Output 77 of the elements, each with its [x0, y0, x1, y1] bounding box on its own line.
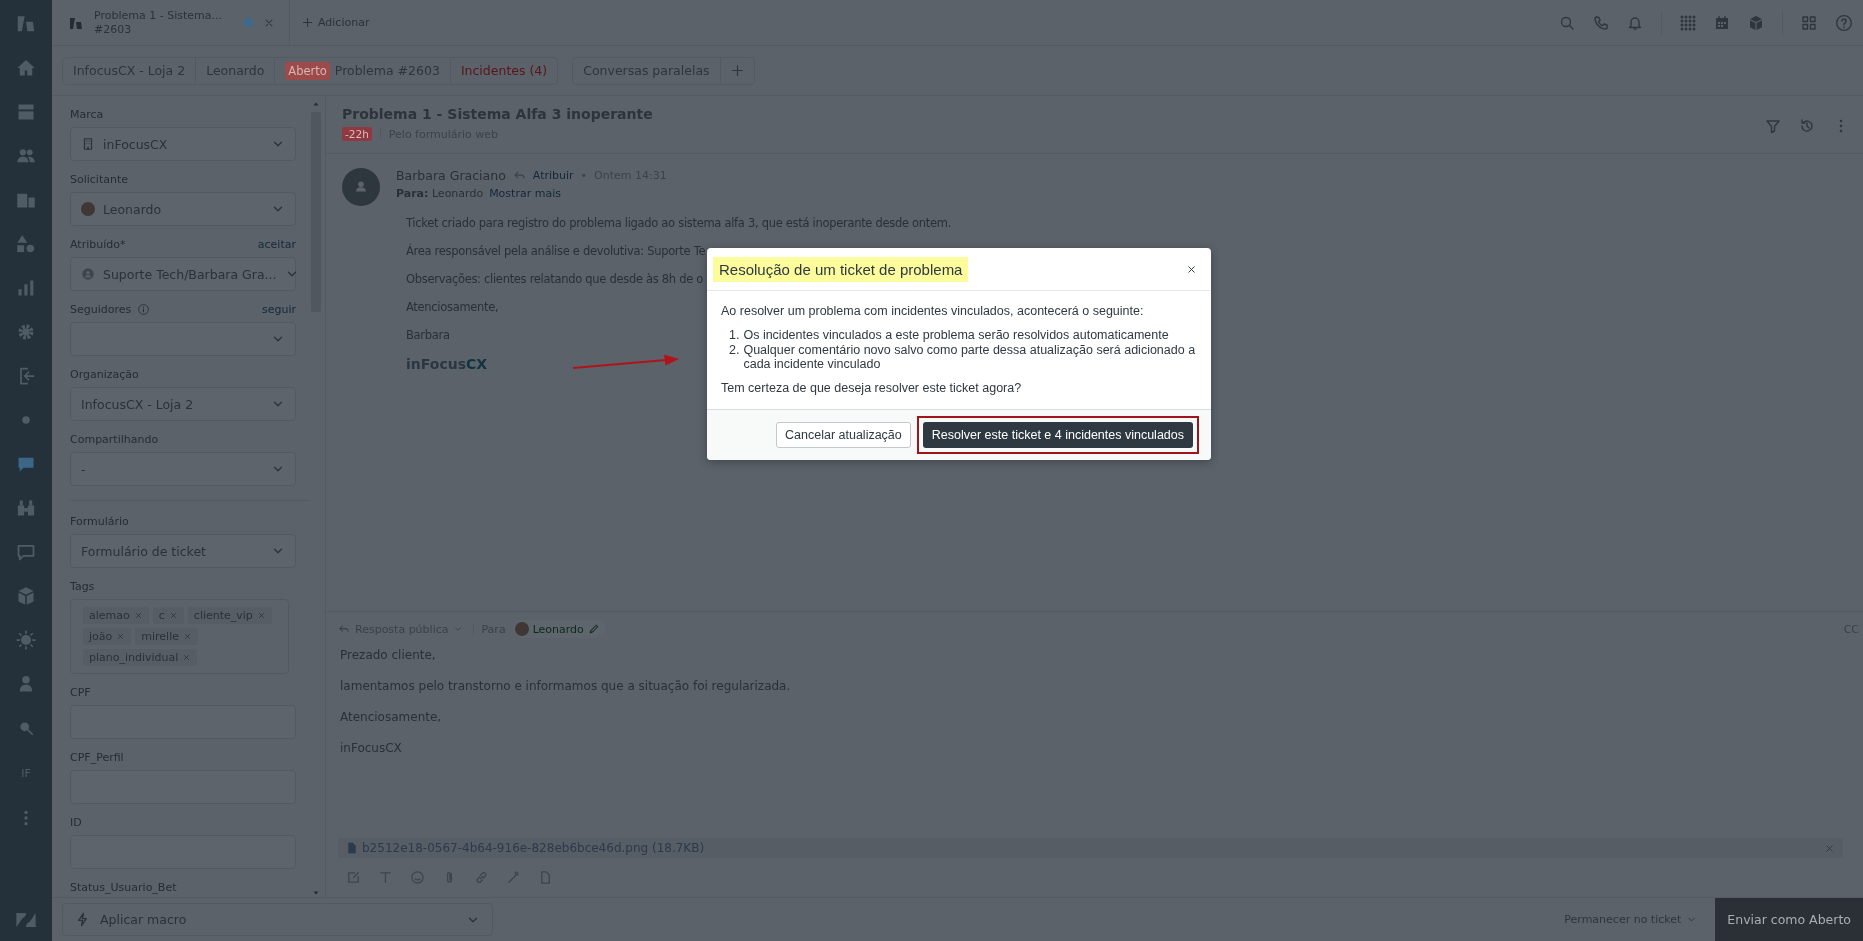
field-action-link[interactable]: seguir	[261, 303, 296, 316]
show-more-link[interactable]: Mostrar mais	[489, 187, 561, 200]
field-label: Marca	[70, 108, 104, 121]
list-item-text: Os incidentes vinculados a este problema serão resolvidos automaticamente	[743, 328, 1169, 342]
phone-icon[interactable]	[1593, 14, 1609, 31]
field-action-link[interactable]: aceitar	[257, 238, 296, 251]
remove-icon[interactable]	[133, 611, 143, 620]
text-format-icon[interactable]	[378, 870, 393, 885]
confirm-button[interactable]: Resolver este ticket e 4 incidentes vinculados	[922, 422, 1193, 448]
submit-button[interactable]: Enviar como Aberto	[1715, 898, 1863, 941]
field-label: Solicitante	[70, 173, 129, 186]
field-label: CPF	[70, 686, 92, 699]
remove-icon[interactable]	[168, 611, 178, 620]
pencil-icon	[587, 623, 600, 635]
sun-icon[interactable]	[16, 630, 36, 650]
field-label: CPF_Perfil	[70, 751, 125, 764]
sla-badge: -22h	[342, 127, 372, 141]
bar-chart-icon[interactable]	[16, 278, 36, 298]
plus-icon	[730, 64, 744, 77]
settings-icon[interactable]	[16, 322, 36, 342]
file-icon	[346, 842, 358, 854]
cancel-button[interactable]: Cancelar atualização	[776, 422, 911, 448]
assign-link[interactable]: Atribuir	[532, 169, 574, 182]
breadcrumb-tab[interactable]: Incidentes (4)	[450, 57, 558, 84]
binoculars-icon[interactable]	[16, 498, 36, 518]
help-icon[interactable]	[1835, 13, 1853, 32]
dialog-text: Ao resolver um problema com incidentes vinculados, acontecerá o seguinte:	[721, 304, 1145, 318]
select-field[interactable]: -	[70, 452, 296, 486]
link-icon[interactable]	[474, 870, 489, 885]
remove-icon[interactable]	[182, 653, 192, 662]
remove-icon[interactable]	[182, 632, 192, 641]
compose-icon[interactable]	[346, 870, 361, 885]
remove-icon[interactable]	[116, 632, 126, 641]
scroll-up-icon[interactable]	[312, 100, 320, 108]
cube-icon[interactable]	[16, 586, 36, 606]
list-item-text: Qualquer comentário novo salvo como parte dessa atualização será adicionado a cada incidente vinculado	[743, 343, 1197, 371]
search-icon[interactable]	[1559, 14, 1575, 31]
reply-icon	[338, 623, 350, 635]
building-icon	[81, 137, 95, 151]
status-badge: Aberto	[285, 61, 330, 80]
field-label: Seguidores	[70, 303, 132, 316]
history-icon[interactable]	[1799, 118, 1815, 134]
dialog-question: Tem certeza de que deseja resolver este ticket agora?	[721, 381, 1023, 395]
separator-dot: •	[580, 169, 588, 182]
remove-icon[interactable]	[256, 611, 266, 620]
bell-icon[interactable]	[1627, 14, 1643, 31]
dialog-title: Resolução de um ticket de problema	[713, 256, 969, 282]
calendar-icon[interactable]	[1714, 14, 1730, 31]
filter-icon[interactable]	[1765, 118, 1781, 134]
shapes-icon[interactable]	[16, 234, 36, 254]
dots-grid-icon[interactable]	[1680, 14, 1696, 31]
plus-icon	[302, 17, 313, 28]
cube-icon[interactable]	[1748, 14, 1764, 31]
lightning-icon	[75, 912, 90, 927]
group-icon	[81, 267, 95, 281]
field-label: Compartilhando	[70, 433, 159, 446]
field-label: Status_Usuario_Bet	[70, 881, 178, 894]
magic-wand-icon[interactable]	[506, 870, 521, 885]
field-label: Tags	[70, 580, 96, 593]
scroll-down-icon[interactable]	[312, 889, 320, 897]
field-label: Atribuído*	[70, 238, 126, 251]
close-icon	[1186, 263, 1197, 275]
remove-icon[interactable]	[1824, 842, 1835, 854]
inbox-stack-icon[interactable]	[16, 102, 36, 122]
info-icon	[137, 303, 151, 316]
home-icon[interactable]	[16, 58, 36, 78]
emoji-icon[interactable]	[410, 870, 425, 885]
field-label: ID	[70, 816, 83, 829]
speech-bubble-icon[interactable]	[16, 542, 36, 562]
apps-icon[interactable]	[1801, 14, 1817, 31]
select-field[interactable]	[70, 322, 296, 356]
document-icon[interactable]	[538, 870, 553, 885]
list-number: 1.	[729, 328, 740, 342]
field-label: Organização	[70, 368, 139, 381]
list-number: 2.	[729, 343, 740, 359]
field-label: Formulário	[70, 515, 129, 528]
avatar	[81, 202, 95, 216]
